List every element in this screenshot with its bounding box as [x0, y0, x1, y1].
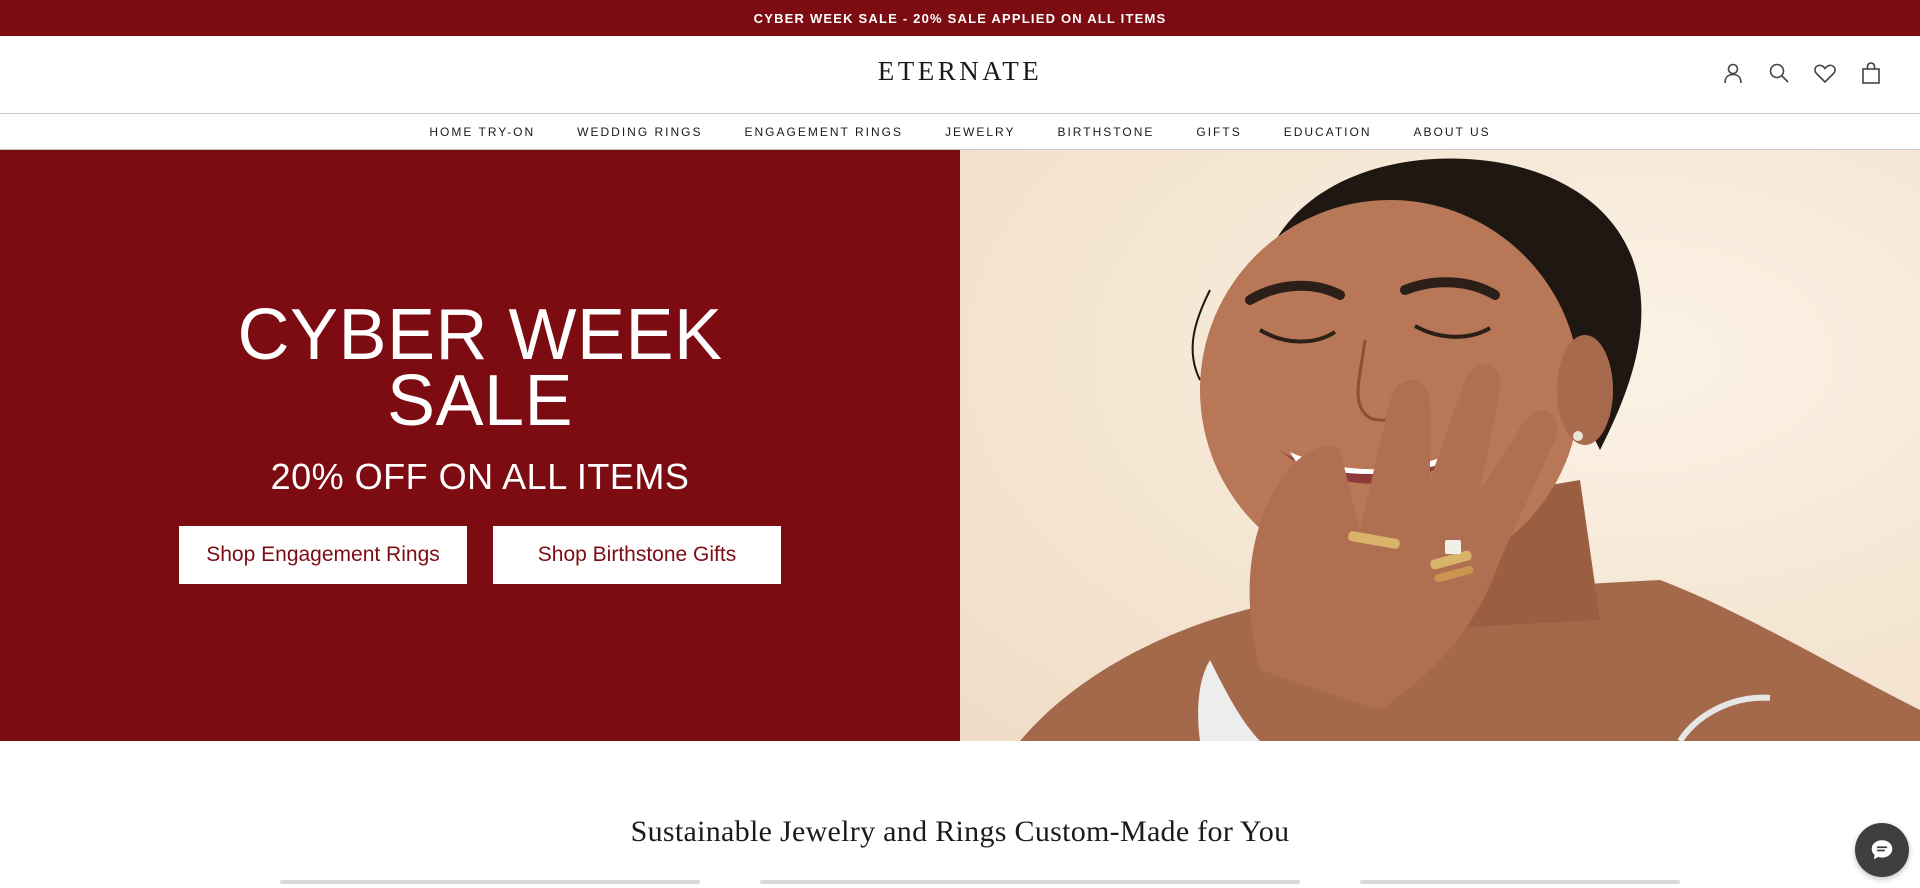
wishlist-heart-icon[interactable]	[1812, 60, 1838, 86]
search-icon[interactable]	[1766, 60, 1792, 86]
announcement-text: CYBER WEEK SALE - 20% SALE APPLIED ON AL…	[753, 10, 1167, 26]
site-header: ETERNATE	[0, 36, 1920, 114]
nav-item-home-try-on[interactable]: HOME TRY-ON	[429, 125, 535, 139]
hero-image[interactable]	[960, 150, 1920, 741]
nav-item-gifts[interactable]: GIFTS	[1196, 125, 1241, 139]
hero-title-line-2: SALE	[386, 361, 574, 441]
nav-item-birthstone[interactable]: BIRTHSTONE	[1057, 125, 1154, 139]
section-text-preview	[280, 880, 700, 884]
nav-item-wedding-rings[interactable]: WEDDING RINGS	[577, 125, 702, 139]
nav-item-jewelry[interactable]: JEWELRY	[945, 125, 1015, 139]
account-icon[interactable]	[1720, 60, 1746, 86]
chat-bubble-icon	[1871, 840, 1893, 860]
announcement-bar[interactable]: CYBER WEEK SALE - 20% SALE APPLIED ON AL…	[0, 0, 1920, 36]
hero-subtitle: 20% OFF ON ALL ITEMS	[270, 456, 690, 497]
section-text-preview-2	[760, 880, 1300, 884]
hero-photo-illustration	[1020, 158, 1920, 741]
shopping-bag-icon[interactable]	[1858, 60, 1884, 86]
hero-banner: CYBER WEEK SALE 20% OFF ON ALL ITEMS Sho…	[0, 150, 1920, 741]
shop-engagement-rings-button[interactable]: Shop Engagement Rings	[179, 526, 467, 584]
section-text-preview-3	[1360, 880, 1680, 884]
nav-item-engagement-rings[interactable]: ENGAGEMENT RINGS	[745, 125, 903, 139]
header-icons	[1720, 60, 1884, 86]
hero-title-line-1: CYBER WEEK	[237, 295, 723, 375]
chat-button[interactable]	[1855, 823, 1909, 877]
nav-item-education[interactable]: EDUCATION	[1284, 125, 1372, 139]
main-navigation: HOME TRY-ON WEDDING RINGS ENGAGEMENT RIN…	[0, 115, 1920, 150]
section-title: Sustainable Jewelry and Rings Custom-Mad…	[630, 815, 1290, 848]
nav-item-about-us[interactable]: ABOUT US	[1413, 125, 1490, 139]
shop-birthstone-gifts-button[interactable]: Shop Birthstone Gifts	[493, 526, 781, 584]
logo-container: ETERNATE	[0, 56, 1920, 87]
hero-title: CYBER WEEK SALE	[0, 295, 960, 441]
hero-promo-panel: CYBER WEEK SALE 20% OFF ON ALL ITEMS Sho…	[0, 150, 960, 741]
site-logo[interactable]: ETERNATE	[878, 56, 1042, 86]
